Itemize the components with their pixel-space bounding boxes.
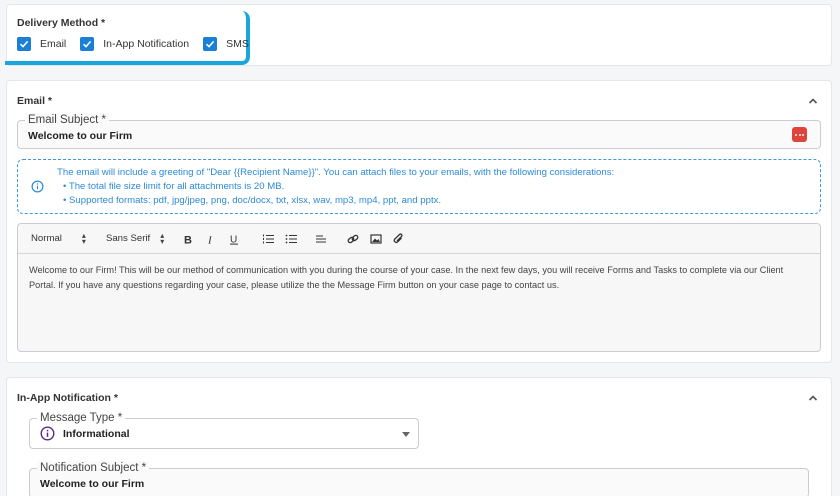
email-body-text[interactable]: Welcome to our Firm! This will be our me… (18, 254, 820, 301)
font-size-value: Normal (31, 233, 62, 244)
svg-text:I: I (207, 234, 213, 245)
select-arrows-icon: ▴ ▾ (81, 230, 86, 246)
bullet-list-icon[interactable] (285, 233, 298, 245)
message-type-select[interactable]: Message Type * Informational (29, 411, 419, 449)
in-app-notification-checkbox-label: In-App Notification (103, 38, 190, 50)
notification-subject-field[interactable]: Notification Subject * Welcome to our Fi… (29, 461, 809, 496)
editor-toolbar: Normal ▴ ▾ Sans Serif ▴ ▾ B I U (18, 224, 820, 254)
chevron-up-icon[interactable] (808, 393, 818, 403)
in-app-notification-section: In-App Notification * Message Type * Inf… (6, 377, 832, 496)
notification-subject-value: Welcome to our Firm (40, 478, 145, 490)
sms-checkbox-label: SMS (226, 38, 249, 50)
email-checkbox[interactable]: Email (17, 37, 66, 51)
bold-icon[interactable]: B (182, 233, 194, 245)
email-section: Email * Email Subject * Welcome to our F… (6, 80, 832, 363)
delivery-method-options: Email In-App Notification SMS (17, 37, 263, 51)
message-type-legend: Message Type * (37, 411, 126, 425)
italic-icon[interactable]: I (205, 233, 217, 245)
check-icon (17, 37, 31, 51)
image-icon[interactable] (370, 233, 382, 245)
attachment-icon[interactable] (393, 232, 405, 245)
underline-icon[interactable]: U (228, 233, 240, 245)
caret-down-icon (402, 432, 410, 437)
notification-subject-legend: Notification Subject * (37, 461, 150, 475)
more-dots-icon[interactable] (792, 127, 807, 142)
select-arrows-icon: ▴ ▾ (160, 230, 165, 246)
svg-text:B: B (184, 234, 192, 245)
ordered-list-icon[interactable] (262, 233, 275, 245)
align-icon[interactable] (315, 233, 327, 245)
font-family-select[interactable]: Sans Serif ▴ ▾ (105, 230, 165, 246)
svg-text:U: U (230, 234, 237, 245)
in-app-notification-checkbox[interactable]: In-App Notification (80, 37, 189, 51)
info-line: The email will include a greeting of "De… (57, 167, 615, 178)
check-icon (203, 37, 218, 51)
email-info-text: The email will include a greeting of "De… (57, 166, 614, 208)
email-body-editor[interactable]: Normal ▴ ▾ Sans Serif ▴ ▾ B I U Welcome to… (17, 223, 821, 352)
sms-checkbox[interactable]: SMS (203, 37, 249, 51)
info-icon (40, 426, 55, 441)
email-section-title: Email * (17, 95, 53, 107)
email-subject-value: Welcome to our Firm (28, 130, 133, 142)
check-icon (80, 37, 95, 51)
in-app-notification-title: In-App Notification * (17, 392, 118, 404)
info-icon (31, 180, 44, 193)
email-subject-field[interactable]: Email Subject * Welcome to our Firm (17, 113, 821, 149)
email-checkbox-label: Email (40, 38, 67, 50)
delivery-method-title: Delivery Method * (17, 17, 106, 29)
message-type-value: Informational (63, 428, 130, 440)
font-size-select[interactable]: Normal ▴ ▾ (31, 230, 86, 246)
email-info-notice: The email will include a greeting of "De… (17, 159, 821, 214)
font-family-value: Sans Serif (105, 233, 151, 244)
link-icon[interactable] (347, 233, 359, 245)
info-line: • The total file size limit for all atta… (63, 181, 285, 192)
email-subject-legend: Email Subject * (25, 113, 109, 127)
info-line: • Supported formats: pdf, jpg/jpeg, png,… (63, 195, 442, 206)
chevron-up-icon[interactable] (808, 96, 818, 106)
